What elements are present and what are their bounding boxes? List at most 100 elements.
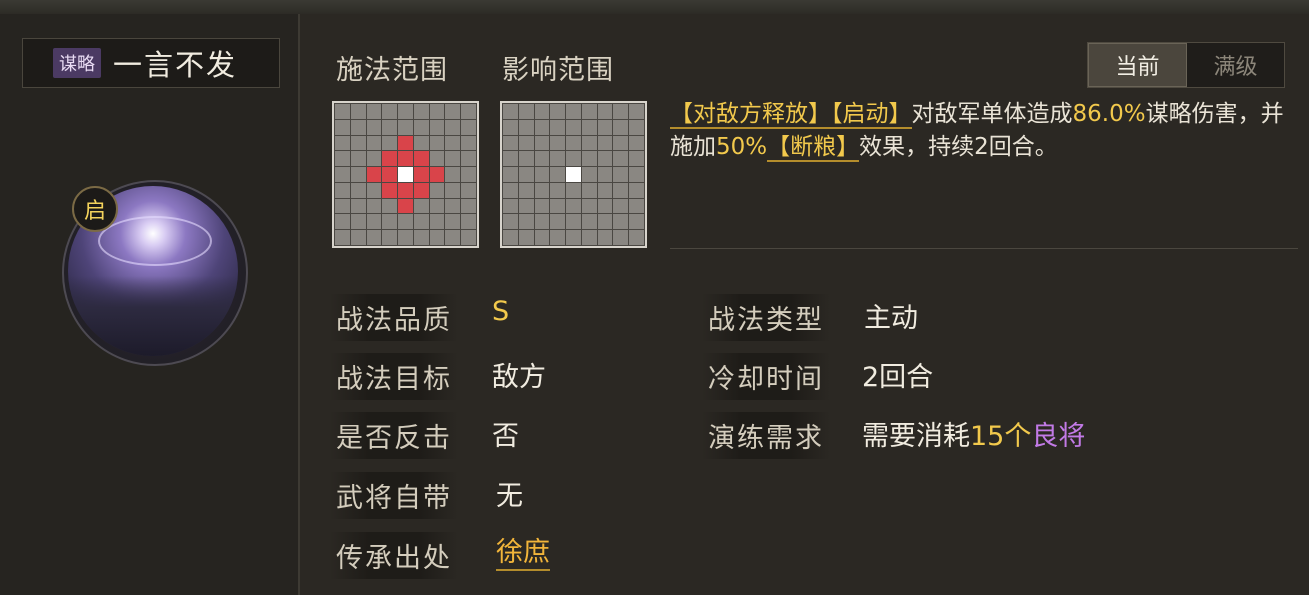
skill-name: 一言不发 [113, 48, 238, 82]
grid-cell [335, 182, 350, 198]
grid-cell [550, 182, 566, 198]
grid-cell [350, 135, 366, 151]
grid-cell [429, 135, 445, 151]
grid-cell [581, 182, 597, 198]
grid-cell [350, 167, 366, 182]
grid-cell [503, 151, 518, 167]
grid-cell [429, 104, 445, 119]
grid-cell [629, 198, 644, 214]
grid-cell [518, 119, 534, 135]
grid-cell [629, 182, 644, 198]
grid-cell [629, 135, 644, 151]
grid-cell [566, 214, 581, 230]
grid-cell [503, 104, 518, 119]
grid-cell [398, 198, 413, 214]
grid-cell [461, 135, 476, 151]
grid-cell [597, 119, 613, 135]
desc-tag-ration-cut[interactable]: 【断粮】 [767, 134, 860, 162]
grid-cell [581, 198, 597, 214]
desc-text-3: 效果，持续2回合。 [859, 134, 1058, 160]
grid-cell [335, 104, 350, 119]
skill-name-box: 谋略 一言不发 [22, 38, 280, 88]
grid-cell [335, 198, 350, 214]
grid-cell [350, 104, 366, 119]
grid-cell [534, 198, 550, 214]
silhouette-figure [68, 276, 238, 356]
grid-cell [629, 119, 644, 135]
grid-cell [461, 104, 476, 119]
grid-cell [518, 104, 534, 119]
train-item-link[interactable]: 良将 [1031, 421, 1085, 452]
train-text: 需要消耗 [862, 421, 970, 452]
grid-cell [550, 230, 566, 245]
innate-value: 无 [496, 481, 523, 512]
grid-cell [613, 182, 629, 198]
grid-cell [382, 167, 398, 182]
description-divider [670, 248, 1298, 249]
counter-label: 是否反击 [330, 412, 458, 459]
grid-cell [382, 230, 398, 245]
inherit-value-link[interactable]: 徐庶 [496, 530, 550, 571]
grid-cell [550, 198, 566, 214]
grid-cell [597, 167, 613, 182]
grid-cell [335, 214, 350, 230]
grid-cell [366, 167, 382, 182]
grid-cell [398, 214, 413, 230]
grid-cell [566, 198, 581, 214]
grid-cell [382, 135, 398, 151]
train-count: 15个 [970, 421, 1032, 452]
grid-cell [429, 182, 445, 198]
innate-label: 武将自带 [330, 472, 458, 519]
desc-tag-activate[interactable]: 【启动】 [831, 101, 912, 129]
grid-cell [429, 214, 445, 230]
grid-cell [461, 214, 476, 230]
grid-cell [597, 230, 613, 245]
grid-cell [382, 151, 398, 167]
grid-cell [461, 119, 476, 135]
grid-cell [534, 230, 550, 245]
grid-cell [350, 119, 366, 135]
grid-cell [445, 151, 461, 167]
skill-type-tag: 谋略 [53, 48, 101, 78]
grid-cell [629, 104, 644, 119]
grid-cell [350, 214, 366, 230]
tab-max-level[interactable]: 满级 [1187, 43, 1284, 87]
grid-cell [534, 167, 550, 182]
grid-cell [366, 198, 382, 214]
grid-cell [429, 167, 445, 182]
grid-cell [503, 182, 518, 198]
eye-icon [98, 216, 212, 266]
quality-value: S [492, 296, 510, 327]
grid-cell [518, 167, 534, 182]
skill-description: 【对敌方释放】【启动】对敌军单体造成86.0%谋略伤害，并施加50%【断粮】效果… [670, 98, 1302, 164]
grid-cell [366, 119, 382, 135]
grid-cell [429, 151, 445, 167]
desc-tag-target[interactable]: 【对敌方释放】 [670, 101, 831, 129]
grid-cell [445, 135, 461, 151]
grid-cell [534, 182, 550, 198]
tab-current[interactable]: 当前 [1088, 43, 1187, 87]
grid-cell [503, 119, 518, 135]
grid-cell [613, 119, 629, 135]
effect-range-title: 影响范围 [502, 55, 614, 86]
grid-cell [461, 167, 476, 182]
grid-cell [613, 151, 629, 167]
grid-cell [566, 135, 581, 151]
grid-cell [445, 214, 461, 230]
top-band [0, 0, 1309, 14]
grid-cell [534, 214, 550, 230]
grid-cell [398, 119, 413, 135]
grid-cell [335, 135, 350, 151]
grid-cell [550, 119, 566, 135]
grid-cell [413, 151, 429, 167]
grid-cell [534, 151, 550, 167]
type-value: 主动 [864, 303, 918, 334]
desc-text-1: 对敌军单体造成 [911, 101, 1073, 127]
grid-cell [629, 214, 644, 230]
grid-cell [613, 167, 629, 182]
grid-cell [597, 104, 613, 119]
grid-cell [461, 182, 476, 198]
grid-cell [613, 230, 629, 245]
desc-chance: 50% [716, 134, 768, 160]
grid-cell [445, 119, 461, 135]
